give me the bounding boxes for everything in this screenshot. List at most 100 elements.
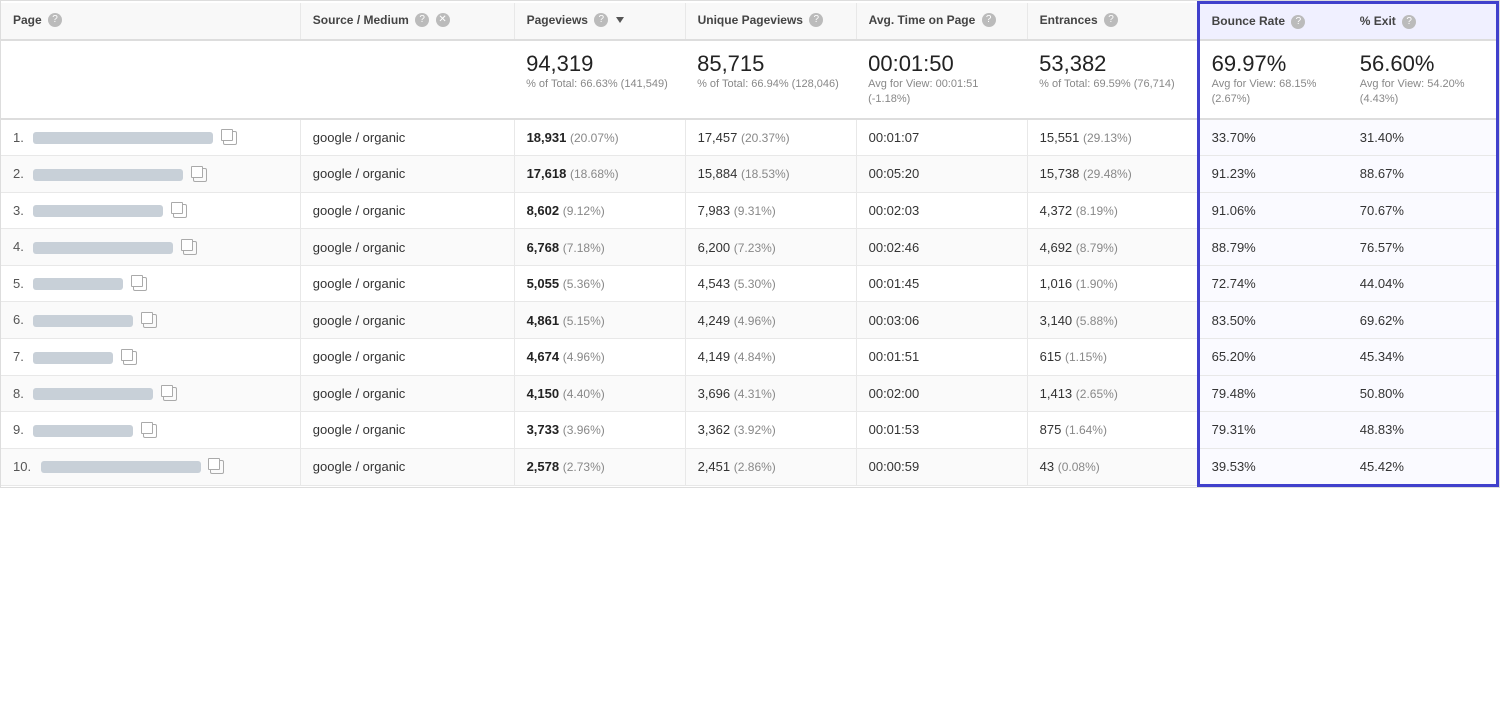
page-url-blurred[interactable] xyxy=(33,388,153,400)
entrances-value: 875 xyxy=(1040,422,1062,437)
page-url-blurred[interactable] xyxy=(33,132,213,144)
copy-url-icon[interactable] xyxy=(163,387,177,401)
unique-pct: (4.84%) xyxy=(734,350,776,364)
page-url-blurred[interactable] xyxy=(33,169,183,181)
cell-avgtime: 00:05:20 xyxy=(856,156,1027,193)
cell-avgtime: 00:01:45 xyxy=(856,265,1027,302)
page-url-blurred[interactable] xyxy=(33,352,113,364)
copy-url-icon[interactable] xyxy=(143,424,157,438)
table-row: 9. google / organic 3,733 (3.96%) 3,362 … xyxy=(1,412,1498,449)
cell-source: google / organic xyxy=(300,448,514,485)
cell-bounce: 39.53% xyxy=(1198,448,1348,485)
page-url-blurred[interactable] xyxy=(33,425,133,437)
pageviews-help-icon[interactable]: ? xyxy=(594,13,608,27)
cell-page: 10. xyxy=(1,448,300,485)
cell-exit: 31.40% xyxy=(1348,119,1498,156)
entrances-value: 615 xyxy=(1040,349,1062,364)
row-number: 4. xyxy=(13,239,24,254)
totals-source-cell xyxy=(300,40,514,119)
cell-exit: 69.62% xyxy=(1348,302,1498,339)
cell-avgtime: 00:02:46 xyxy=(856,229,1027,266)
col-header-unique-pageviews: Unique Pageviews ? xyxy=(685,3,856,40)
col-header-source: Source / Medium ? ✕ xyxy=(300,3,514,40)
unique-value: 4,249 xyxy=(698,313,731,328)
cell-bounce: 79.48% xyxy=(1198,375,1348,412)
unique-help-icon[interactable]: ? xyxy=(809,13,823,27)
cell-avgtime: 00:02:03 xyxy=(856,192,1027,229)
cell-source: google / organic xyxy=(300,156,514,193)
page-url-blurred[interactable] xyxy=(41,461,201,473)
table-row: 6. google / organic 4,861 (5.15%) 4,249 … xyxy=(1,302,1498,339)
cell-unique: 15,884 (18.53%) xyxy=(685,156,856,193)
pageviews-pct: (5.15%) xyxy=(563,314,605,328)
cell-source: google / organic xyxy=(300,229,514,266)
table-row: 4. google / organic 6,768 (7.18%) 6,200 … xyxy=(1,229,1498,266)
page-url-blurred[interactable] xyxy=(33,205,163,217)
pageviews-pct: (20.07%) xyxy=(570,131,619,145)
bounce-help-icon[interactable]: ? xyxy=(1291,15,1305,29)
cell-page: 4. xyxy=(1,229,300,266)
copy-url-icon[interactable] xyxy=(183,241,197,255)
cell-exit: 48.83% xyxy=(1348,412,1498,449)
page-help-icon[interactable]: ? xyxy=(48,13,62,27)
avgtime-help-icon[interactable]: ? xyxy=(982,13,996,27)
copy-url-icon[interactable] xyxy=(210,460,224,474)
source-help-icon[interactable]: ? xyxy=(415,13,429,27)
copy-url-icon[interactable] xyxy=(123,351,137,365)
copy-url-icon[interactable] xyxy=(133,277,147,291)
source-close-icon[interactable]: ✕ xyxy=(436,13,450,27)
cell-entrances: 15,551 (29.13%) xyxy=(1027,119,1198,156)
copy-url-icon[interactable] xyxy=(173,204,187,218)
cell-unique: 3,696 (4.31%) xyxy=(685,375,856,412)
pageviews-value: 4,150 xyxy=(527,386,560,401)
pageviews-pct: (5.36%) xyxy=(563,277,605,291)
totals-exit-value: 56.60% xyxy=(1360,51,1484,77)
totals-pageviews-value: 94,319 xyxy=(526,51,673,77)
cell-bounce: 91.06% xyxy=(1198,192,1348,229)
pageviews-value: 3,733 xyxy=(527,422,560,437)
cell-unique: 2,451 (2.86%) xyxy=(685,448,856,485)
pageviews-pct: (4.96%) xyxy=(563,350,605,364)
cell-bounce: 83.50% xyxy=(1198,302,1348,339)
row-number: 3. xyxy=(13,203,24,218)
cell-source: google / organic xyxy=(300,192,514,229)
exit-help-icon[interactable]: ? xyxy=(1402,15,1416,29)
entrances-pct: (0.08%) xyxy=(1058,460,1100,474)
cell-bounce: 91.23% xyxy=(1198,156,1348,193)
page-url-blurred[interactable] xyxy=(33,242,173,254)
entrances-pct: (1.15%) xyxy=(1065,350,1107,364)
copy-url-icon[interactable] xyxy=(223,131,237,145)
totals-exit-cell: 56.60% Avg for View: 54.20% (4.43%) xyxy=(1348,40,1498,119)
pageviews-value: 4,861 xyxy=(527,313,560,328)
pageviews-value: 2,578 xyxy=(527,459,560,474)
copy-url-icon[interactable] xyxy=(193,168,207,182)
page-url-blurred[interactable] xyxy=(33,278,123,290)
unique-pct: (20.37%) xyxy=(741,131,790,145)
page-url-blurred[interactable] xyxy=(33,315,133,327)
entrances-pct: (5.88%) xyxy=(1076,314,1118,328)
entrances-help-icon[interactable]: ? xyxy=(1104,13,1118,27)
col-header-pageviews: Pageviews ? xyxy=(514,3,685,40)
pageviews-sort-icon[interactable] xyxy=(616,17,624,23)
table-row: 5. google / organic 5,055 (5.36%) 4,543 … xyxy=(1,265,1498,302)
cell-entrances: 15,738 (29.48%) xyxy=(1027,156,1198,193)
entrances-pct: (29.13%) xyxy=(1083,131,1132,145)
table-row: 3. google / organic 8,602 (9.12%) 7,983 … xyxy=(1,192,1498,229)
row-number: 2. xyxy=(13,166,24,181)
cell-bounce: 88.79% xyxy=(1198,229,1348,266)
cell-bounce: 33.70% xyxy=(1198,119,1348,156)
cell-exit: 45.42% xyxy=(1348,448,1498,485)
cell-page: 1. xyxy=(1,119,300,156)
unique-value: 17,457 xyxy=(698,130,738,145)
table-row: 8. google / organic 4,150 (4.40%) 3,696 … xyxy=(1,375,1498,412)
copy-url-icon[interactable] xyxy=(143,314,157,328)
pageviews-value: 5,055 xyxy=(527,276,560,291)
row-number: 7. xyxy=(13,349,24,364)
unique-value: 6,200 xyxy=(698,240,731,255)
row-number: 1. xyxy=(13,130,24,145)
cell-bounce: 72.74% xyxy=(1198,265,1348,302)
unique-pct: (5.30%) xyxy=(734,277,776,291)
pageviews-value: 17,618 xyxy=(527,166,567,181)
cell-source: google / organic xyxy=(300,302,514,339)
totals-entrances-value: 53,382 xyxy=(1039,51,1185,77)
